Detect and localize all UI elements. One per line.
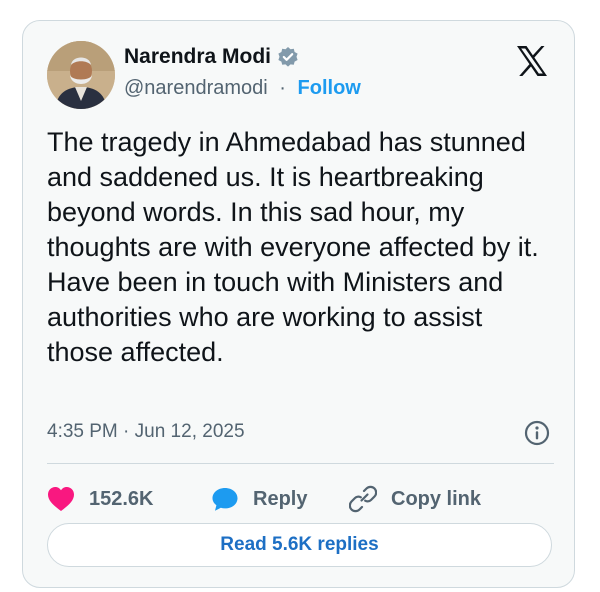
reply-bubble-icon: [212, 488, 238, 511]
x-logo-icon[interactable]: [514, 43, 550, 79]
author-handle-row: @narendramodi · Follow: [124, 77, 361, 100]
link-icon: [349, 485, 377, 513]
info-icon[interactable]: [523, 419, 551, 447]
read-replies-label: Read 5.6K replies: [220, 534, 379, 555]
like-button[interactable]: 152.6K: [47, 486, 211, 512]
follow-button[interactable]: Follow: [298, 77, 361, 99]
tweet-card: Narendra Modi @narendramodi · Follow The…: [22, 20, 575, 588]
copy-link-label: Copy link: [391, 487, 482, 510]
divider: [47, 463, 554, 464]
copy-link-button[interactable]: Copy link: [349, 485, 481, 513]
tweet-text: The tragedy in Ahmedabad has stunned and…: [47, 127, 539, 367]
heart-icon: [48, 487, 74, 511]
action-bar: 152.6K Reply Copy link: [47, 481, 481, 517]
author-handle[interactable]: @narendramodi: [124, 77, 268, 99]
tweet-timestamp[interactable]: 4:35 PM · Jun 12, 2025: [47, 421, 245, 443]
author-name[interactable]: Narendra Modi: [124, 45, 271, 69]
read-replies-button[interactable]: Read 5.6K replies: [47, 523, 552, 567]
like-count: 152.6K: [89, 487, 154, 510]
avatar[interactable]: [47, 41, 115, 109]
reply-button[interactable]: Reply: [211, 486, 349, 512]
verified-badge-icon: [277, 46, 299, 68]
author-name-row: Narendra Modi: [124, 45, 299, 69]
reply-label: Reply: [253, 487, 308, 510]
separator-dot: ·: [279, 77, 286, 99]
